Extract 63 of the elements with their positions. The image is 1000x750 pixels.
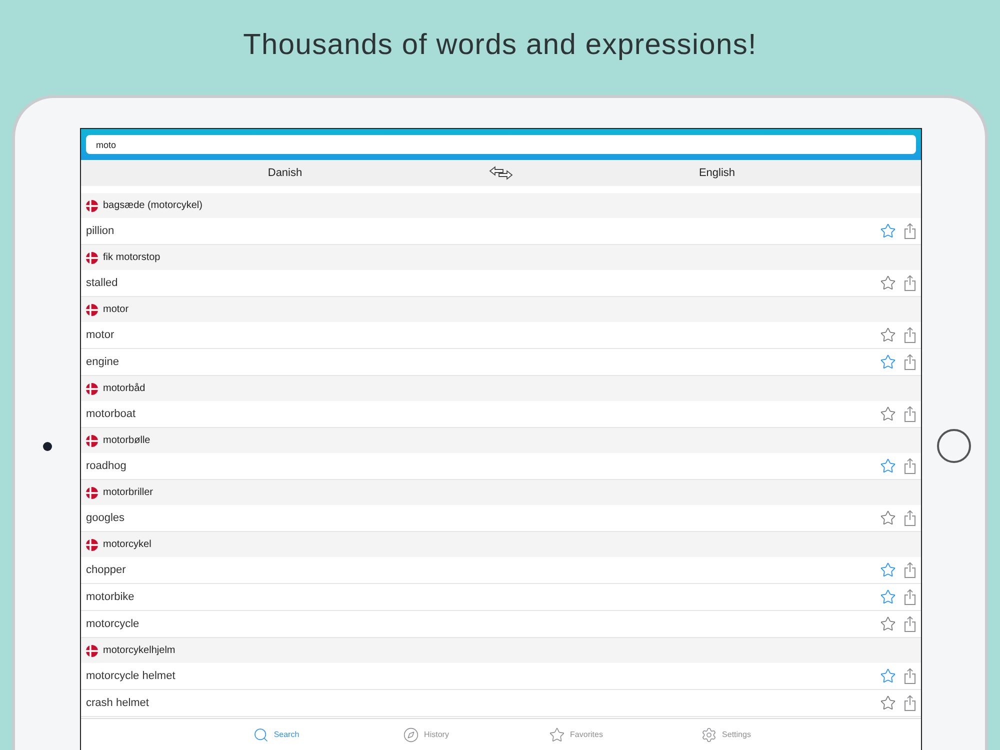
- star-icon: [549, 726, 566, 742]
- favorite-star-icon[interactable]: [880, 589, 896, 605]
- source-language[interactable]: Danish: [81, 164, 489, 182]
- search-icon: [252, 726, 269, 742]
- flag-icon: [86, 382, 98, 394]
- favorite-star-icon[interactable]: [880, 327, 896, 343]
- share-icon[interactable]: [904, 695, 916, 711]
- settings-icon: [701, 726, 718, 742]
- translation-text: roadhog: [86, 458, 128, 474]
- favorite-star-icon[interactable]: [880, 275, 896, 291]
- translation-text: chopper: [86, 562, 127, 578]
- share-icon[interactable]: [904, 668, 916, 684]
- danish-word: fik motorstop: [103, 251, 160, 265]
- favorite-star-icon[interactable]: [880, 406, 896, 422]
- translation-text: googles: [86, 510, 126, 526]
- favorite-star-icon[interactable]: [880, 562, 896, 578]
- flag-icon: [86, 434, 98, 446]
- share-icon[interactable]: [904, 562, 916, 578]
- home-button-icon[interactable]: [936, 429, 970, 463]
- favorite-star-icon[interactable]: [880, 616, 896, 632]
- flag-icon: [86, 252, 98, 264]
- share-icon[interactable]: [904, 327, 916, 343]
- flag-icon: [86, 644, 98, 656]
- favorite-star-icon[interactable]: [880, 668, 896, 684]
- translation-text: motor: [86, 328, 116, 343]
- favorite-star-icon[interactable]: [880, 510, 896, 526]
- flag-icon: [86, 200, 98, 212]
- compass-icon: [403, 726, 420, 742]
- flag-icon: [86, 304, 98, 316]
- translation-text: motorboat: [86, 406, 137, 422]
- danish-word: bagsæde (motorcykel): [103, 199, 202, 213]
- flag-icon: [86, 486, 98, 498]
- share-icon[interactable]: [904, 589, 916, 605]
- share-icon[interactable]: [904, 275, 916, 291]
- translation-text: motorcycle: [86, 616, 140, 632]
- favorite-star-icon[interactable]: [880, 695, 896, 711]
- search-field[interactable]: moto: [86, 135, 916, 154]
- camera-icon: [43, 442, 52, 450]
- translation-text: motorbike: [86, 590, 136, 605]
- danish-word: motorbriller: [103, 486, 154, 500]
- translation-text: stalled: [86, 276, 119, 291]
- danish-word: motorcykel: [103, 538, 152, 552]
- share-icon[interactable]: [904, 223, 916, 239]
- translation-text: motorcycle helmet: [86, 668, 176, 684]
- danish-word: motor: [103, 303, 129, 317]
- translation-text: pillion: [86, 224, 116, 239]
- share-icon[interactable]: [904, 354, 916, 370]
- share-icon[interactable]: [904, 510, 916, 526]
- flag-icon: [86, 538, 98, 550]
- swap-arrows-icon[interactable]: [489, 166, 513, 180]
- danish-word: motorcykelhjelm: [103, 644, 176, 658]
- translation-text: crash helmet: [86, 696, 150, 711]
- headline: Thousands of words and expressions!: [243, 28, 757, 63]
- danish-word: motorbåd: [103, 382, 146, 396]
- target-language[interactable]: English: [513, 164, 921, 182]
- translation-text: engine: [86, 354, 120, 370]
- favorite-star-icon[interactable]: [880, 458, 896, 474]
- share-icon[interactable]: [904, 616, 916, 632]
- favorite-star-icon[interactable]: [880, 223, 896, 239]
- share-icon[interactable]: [904, 458, 916, 474]
- share-icon[interactable]: [904, 406, 916, 422]
- favorite-star-icon[interactable]: [880, 354, 896, 370]
- danish-word: motorbølle: [103, 434, 150, 448]
